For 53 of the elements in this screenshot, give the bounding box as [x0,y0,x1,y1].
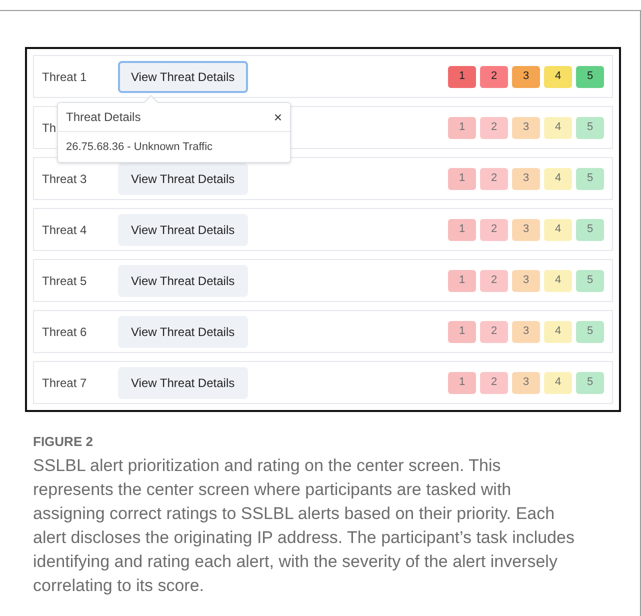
rating-button[interactable]: 4 [544,320,572,342]
rating-button[interactable]: 2 [480,270,508,292]
rating-button[interactable]: 3 [512,270,540,292]
rating-button[interactable]: 4 [544,168,572,190]
rating-button[interactable]: 1 [448,270,476,292]
rating-button[interactable]: 3 [512,372,540,394]
rating-button[interactable]: 4 [544,270,572,292]
threat-label: Threat 5 [42,272,88,290]
rating-button[interactable]: 5 [576,168,604,190]
rating-button[interactable]: 1 [448,116,476,138]
threat-label: Threat 1 [42,68,88,86]
threat-label: Th [42,120,58,136]
rating-button[interactable]: 2 [480,168,508,190]
rating-button[interactable]: 2 [480,320,508,342]
rating-button[interactable]: 1 [448,372,476,394]
popover-body: 26.75.68.36 - Unknown Traffic [66,140,213,155]
rating-button[interactable]: 4 [544,116,572,138]
rating-button[interactable]: 1 [448,218,476,240]
threat-label: Threat 7 [42,374,88,392]
rating-button[interactable]: 5 [576,372,604,394]
rating-button[interactable]: 3 [512,116,540,138]
rating-button[interactable]: 2 [480,116,508,138]
rating-button[interactable]: 5 [576,270,604,292]
view-details-button[interactable]: View Threat Details [118,264,248,296]
rating-button[interactable]: 1 [448,320,476,342]
popover-title: Threat Details [66,109,141,126]
rating-button[interactable]: 5 [576,66,604,88]
rating-button[interactable]: 5 [576,320,604,342]
figure-label: FIGURE 2 [33,433,94,451]
rating-button[interactable]: 2 [480,218,508,240]
view-details-button[interactable]: View Threat Details [118,366,248,398]
rating-button[interactable]: 3 [512,66,540,88]
rating-button[interactable]: 4 [544,372,572,394]
rating-button[interactable]: 3 [512,320,540,342]
close-button[interactable]: × [274,110,282,124]
figure-caption: SSLBL alert prioritization and rating on the center screen. This represents the center screen where participants are tasked with assigning correct ratings to SSLBL alerts based on their priority. Each alert discloses the originating IP address. The participant’s task includes identifying and rating each alert, with the severity of the alert inversely correlating to its score. [33,454,576,596]
rating-button[interactable]: 5 [576,116,604,138]
rating-button[interactable]: 2 [480,372,508,394]
rating-button[interactable]: 3 [512,168,540,190]
threat-label: Threat 3 [42,170,88,188]
view-details-button[interactable]: View Threat Details [118,60,248,92]
threat-label: Threat 4 [42,222,88,238]
view-details-button[interactable]: View Threat Details [118,214,248,246]
rating-button[interactable]: 5 [576,218,604,240]
rating-button[interactable]: 3 [512,218,540,240]
view-details-button[interactable]: View Threat Details [118,316,248,348]
rating-button[interactable]: 1 [448,168,476,190]
rating-button[interactable]: 4 [544,66,572,88]
rating-button[interactable]: 1 [448,66,476,88]
view-details-button[interactable]: View Threat Details [118,162,248,194]
rating-button[interactable]: 4 [544,218,572,240]
rating-button[interactable]: 2 [480,66,508,88]
threat-label: Threat 6 [42,324,88,340]
